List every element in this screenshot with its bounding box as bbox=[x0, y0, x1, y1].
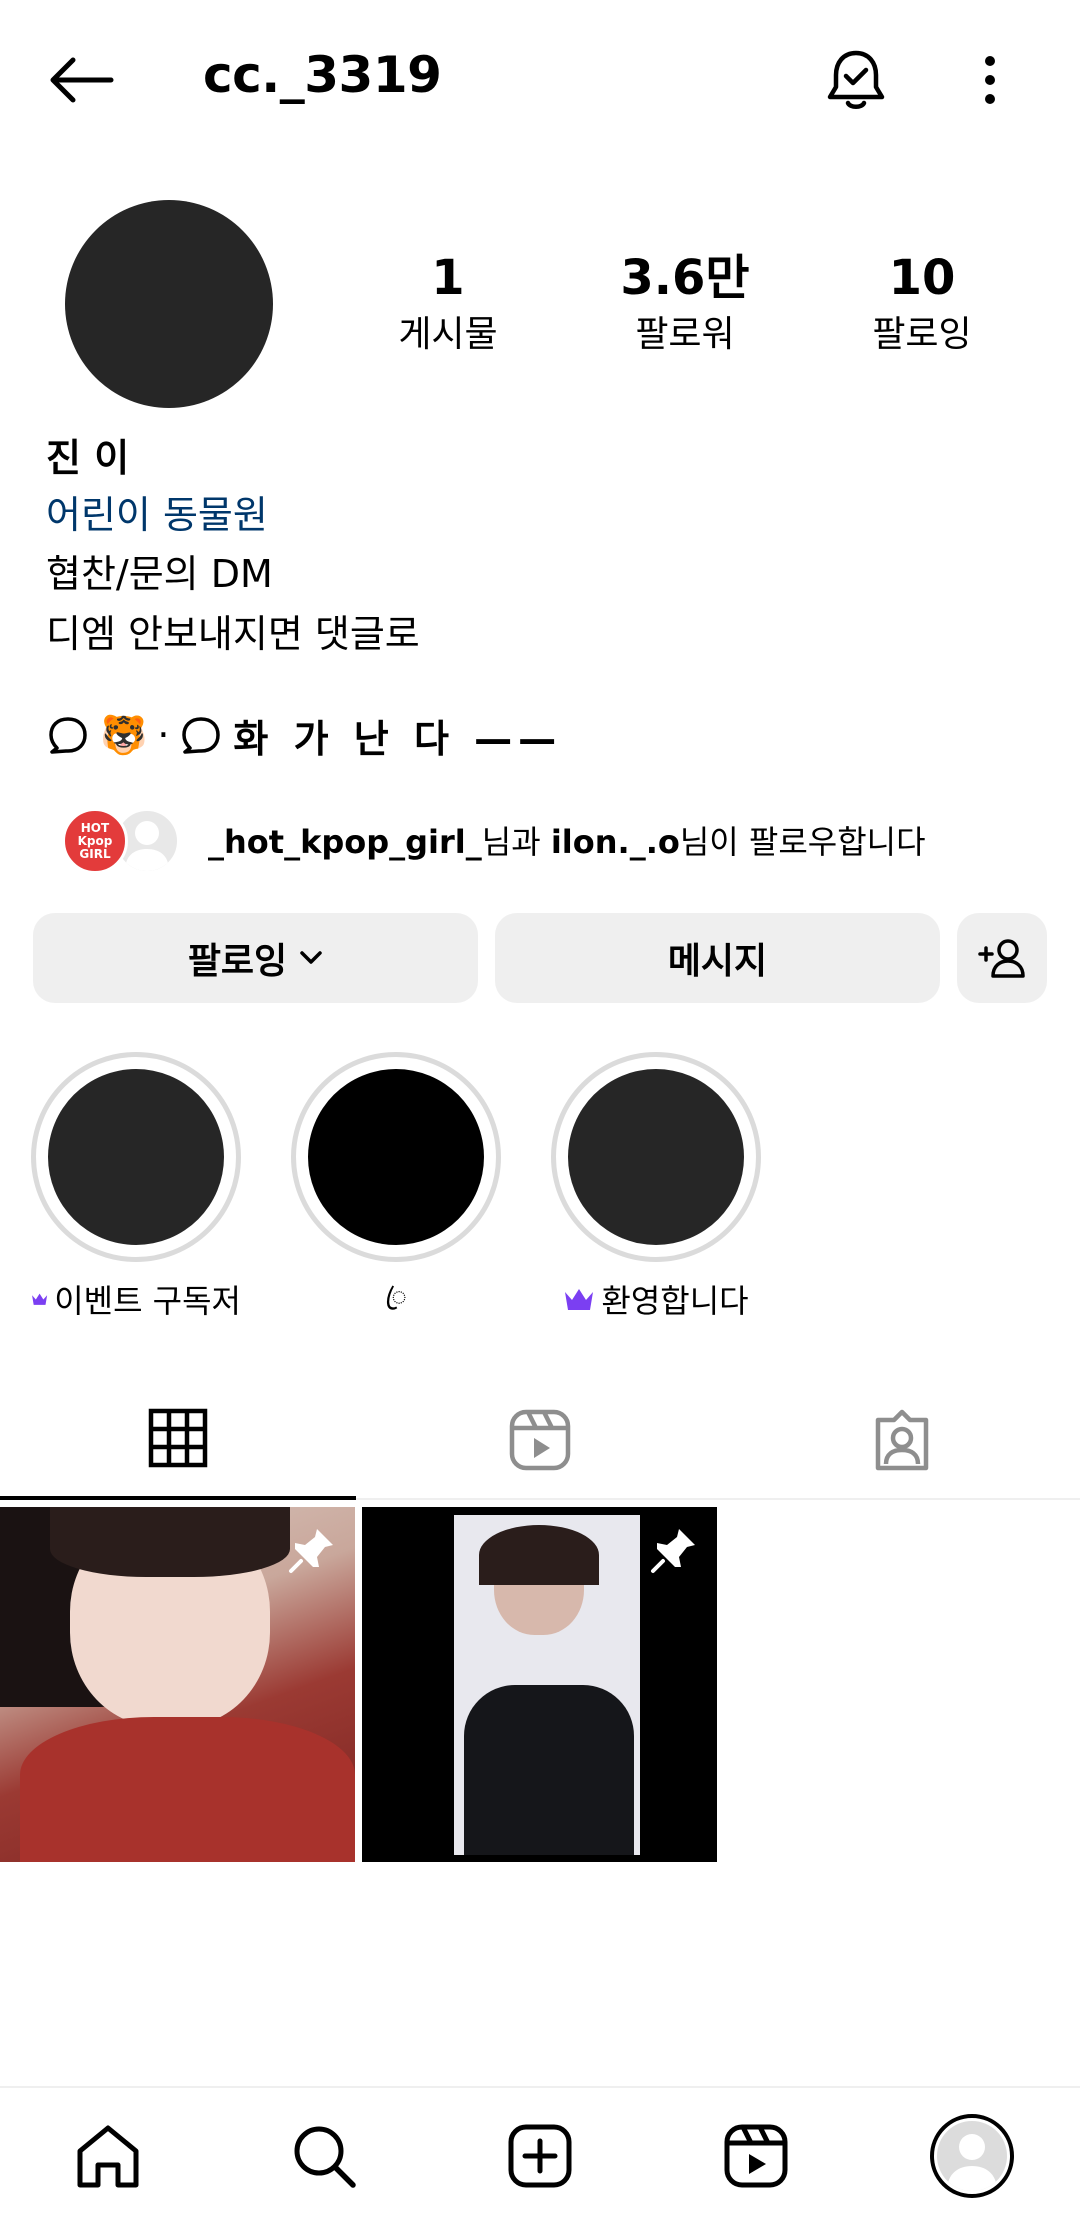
profile-bio: 진 이 어린이 동물원 협찬/문의 DM 디엠 안보내지면 댓글로 bbox=[46, 430, 1046, 664]
message-button[interactable]: 메시지 bbox=[495, 913, 940, 1003]
tab-posts-grid[interactable] bbox=[0, 1380, 356, 1500]
post-thumbnail[interactable] bbox=[0, 1507, 355, 1862]
post-thumbnail[interactable] bbox=[362, 1507, 717, 1862]
crown-icon bbox=[565, 1289, 594, 1310]
nav-profile[interactable] bbox=[864, 2088, 1080, 2221]
chevron-down-icon bbox=[300, 951, 322, 964]
grid-icon bbox=[148, 1408, 208, 1468]
highlight-label: 환영합니다 bbox=[601, 1282, 749, 1320]
suggested-users-button[interactable] bbox=[957, 913, 1047, 1003]
posts-count: 1 bbox=[431, 250, 465, 306]
followers-count: 3.6만 bbox=[620, 250, 750, 306]
following-label: 팔로잉 bbox=[872, 314, 972, 355]
stat-followers[interactable]: 3.6만 팔로워 bbox=[585, 248, 785, 360]
top-bar: cc._3319 bbox=[0, 0, 1080, 160]
highlight-ring bbox=[291, 1052, 501, 1262]
nav-create[interactable] bbox=[432, 2088, 648, 2221]
nav-home[interactable] bbox=[0, 2088, 216, 2221]
message-button-label: 메시지 bbox=[667, 941, 768, 982]
threads-icon bbox=[182, 717, 221, 754]
notifications-button[interactable] bbox=[818, 42, 894, 118]
bio-line: 협찬/문의 DM bbox=[46, 552, 273, 596]
home-icon bbox=[77, 2125, 139, 2187]
pin-icon bbox=[651, 1529, 695, 1573]
highlight-ring bbox=[551, 1052, 761, 1262]
stat-posts[interactable]: 1 게시물 bbox=[348, 248, 548, 360]
nav-search[interactable] bbox=[216, 2088, 432, 2221]
mutual-avatars: HOT Kpop GIRL bbox=[62, 804, 192, 876]
mutual-user-1[interactable]: _hot_kpop_girl_ bbox=[208, 823, 482, 861]
more-options-button[interactable] bbox=[960, 42, 1020, 118]
profile-username: cc._3319 bbox=[203, 46, 442, 104]
highlight-label-row: 이벤트 구독저 bbox=[31, 1276, 241, 1322]
mutual-followers-text: _hot_kpop_girl_님과 ilon._.o님이 팔로우합니다 bbox=[208, 817, 926, 863]
profile-avatar-icon bbox=[930, 2113, 1014, 2198]
stat-following[interactable]: 10 팔로잉 bbox=[822, 248, 1022, 360]
nav-reels[interactable] bbox=[648, 2088, 864, 2221]
highlight-label-row: ꦿ bbox=[291, 1276, 501, 1329]
highlight-label: 이벤트 구독저 bbox=[54, 1282, 241, 1320]
bell-check-icon bbox=[827, 50, 885, 109]
create-icon bbox=[508, 2124, 572, 2187]
highlight-label-row: 환영합니다 bbox=[551, 1276, 761, 1322]
back-button[interactable] bbox=[40, 45, 120, 115]
mutual-suffix: 님이 팔로우합니다 bbox=[679, 823, 926, 861]
reels-icon bbox=[509, 1409, 571, 1471]
highlight-cover bbox=[568, 1069, 744, 1245]
following-count: 10 bbox=[888, 250, 956, 306]
post-image bbox=[454, 1515, 640, 1855]
mutual-conjunction: 님과 bbox=[481, 823, 551, 861]
threads-badge-row[interactable]: 🐯 · 화 가 난 다 —— bbox=[46, 705, 562, 765]
threads-icon bbox=[49, 717, 87, 754]
mutual-followers[interactable]: HOT Kpop GIRL _hot_kpop_girl_님과 ilon._.o… bbox=[62, 804, 926, 876]
profile-avatar[interactable] bbox=[65, 200, 273, 408]
highlight-cover bbox=[48, 1069, 224, 1245]
highlight-ring bbox=[31, 1052, 241, 1262]
mutual-user-2[interactable]: ilon._.o bbox=[551, 823, 680, 861]
more-vertical-icon bbox=[985, 56, 995, 104]
mutual-avatar-hot-kpop-girl: HOT Kpop GIRL bbox=[62, 808, 128, 874]
profile-category[interactable]: 어린이 동물원 bbox=[46, 486, 1046, 544]
threads-separator: · bbox=[157, 713, 170, 757]
highlight-cover bbox=[308, 1069, 484, 1245]
add-user-icon bbox=[978, 939, 1025, 978]
story-highlight[interactable]: 이벤트 구독저 bbox=[31, 1052, 241, 1322]
following-button[interactable]: 팔로잉 bbox=[33, 913, 478, 1003]
following-button-label: 팔로잉 bbox=[187, 941, 288, 982]
pin-icon bbox=[289, 1529, 333, 1573]
tab-tagged[interactable] bbox=[724, 1380, 1080, 1500]
threads-emoji: 🐯 bbox=[100, 712, 148, 757]
profile-tabs bbox=[0, 1380, 1080, 1500]
search-icon bbox=[294, 2126, 356, 2188]
story-highlight[interactable]: ꦿ bbox=[291, 1052, 501, 1329]
threads-text: 화 가 난 다 —— bbox=[233, 716, 563, 761]
tagged-icon bbox=[875, 1409, 929, 1471]
arrow-left-icon bbox=[50, 57, 114, 103]
display-name: 진 이 bbox=[46, 436, 130, 480]
highlight-label: ꦿ bbox=[385, 1282, 407, 1312]
bottom-navigation bbox=[0, 2086, 1080, 2221]
reels-nav-icon bbox=[724, 2124, 788, 2187]
story-highlight[interactable]: 환영합니다 bbox=[551, 1052, 761, 1322]
bio-line: 디엠 안보내지면 댓글로 bbox=[46, 612, 420, 656]
crown-icon bbox=[32, 1293, 48, 1305]
tab-reels[interactable] bbox=[362, 1380, 718, 1500]
mutual-avatar-text: HOT Kpop GIRL bbox=[77, 820, 113, 861]
followers-label: 팔로워 bbox=[635, 314, 735, 355]
posts-label: 게시물 bbox=[398, 314, 498, 355]
